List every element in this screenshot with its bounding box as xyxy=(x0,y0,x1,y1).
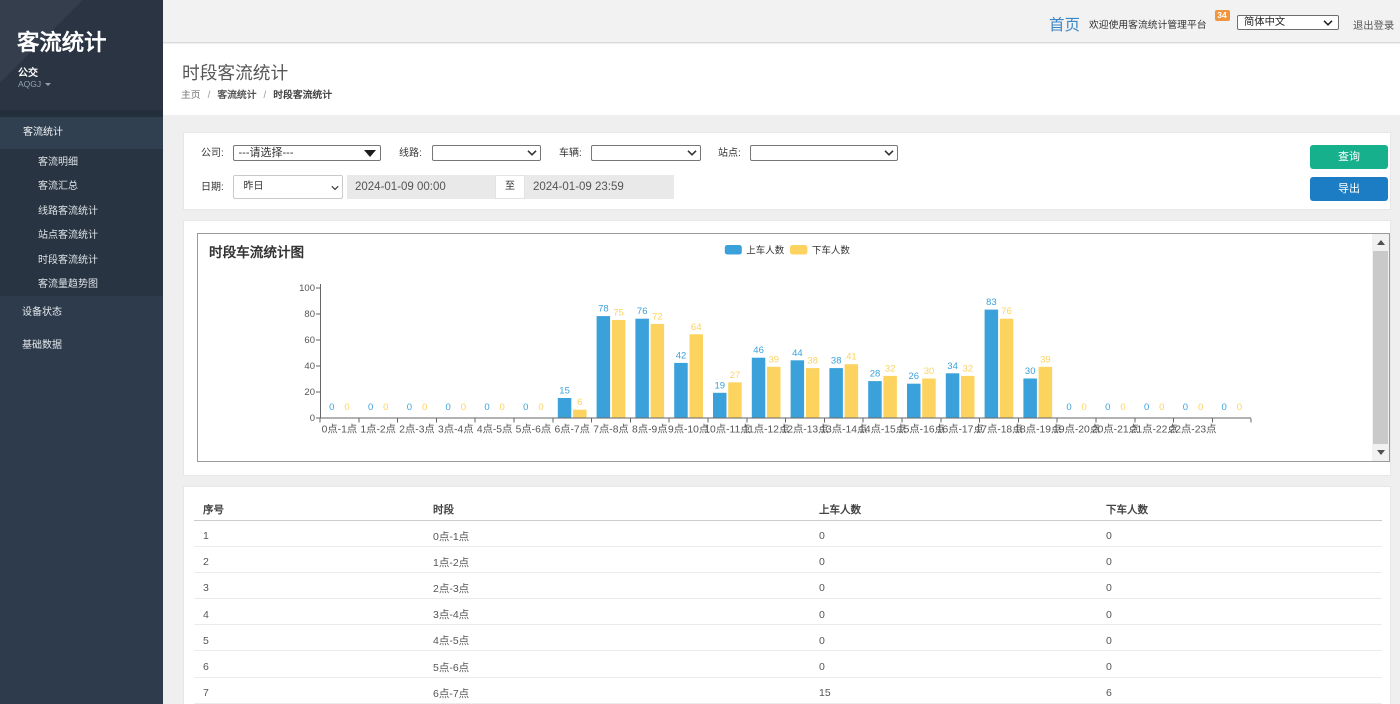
svg-text:32: 32 xyxy=(963,363,974,374)
svg-text:7点-8点: 7点-8点 xyxy=(593,424,628,436)
svg-text:44: 44 xyxy=(792,348,803,359)
svg-text:19: 19 xyxy=(715,380,726,391)
svg-text:83: 83 xyxy=(986,297,997,308)
svg-text:0: 0 xyxy=(1159,402,1164,413)
svg-text:0: 0 xyxy=(407,402,412,413)
svg-text:0: 0 xyxy=(1120,402,1125,413)
svg-text:22点-23点: 22点-23点 xyxy=(1170,424,1217,436)
svg-text:6: 6 xyxy=(577,397,582,408)
svg-text:20: 20 xyxy=(304,387,315,398)
svg-text:39: 39 xyxy=(769,354,780,365)
svg-text:4点-5点: 4点-5点 xyxy=(477,424,512,436)
svg-text:0: 0 xyxy=(1105,402,1110,413)
svg-text:8点-9点: 8点-9点 xyxy=(632,424,667,436)
svg-text:0: 0 xyxy=(1222,402,1227,413)
svg-text:34: 34 xyxy=(947,361,958,372)
svg-text:38: 38 xyxy=(831,356,842,367)
svg-text:6点-7点: 6点-7点 xyxy=(554,424,589,436)
svg-text:0: 0 xyxy=(484,402,489,413)
svg-text:3点-4点: 3点-4点 xyxy=(438,424,473,436)
svg-text:41: 41 xyxy=(846,352,857,363)
svg-text:下车人数: 下车人数 xyxy=(812,245,851,257)
svg-text:0: 0 xyxy=(538,402,543,413)
svg-text:9点-10点: 9点-10点 xyxy=(668,424,709,436)
svg-text:64: 64 xyxy=(691,322,702,333)
svg-text:0: 0 xyxy=(1066,402,1071,413)
svg-text:72: 72 xyxy=(652,311,663,322)
svg-text:80: 80 xyxy=(304,309,315,320)
svg-text:76: 76 xyxy=(637,306,648,317)
svg-text:0: 0 xyxy=(383,402,388,413)
svg-text:0: 0 xyxy=(461,402,466,413)
svg-text:26: 26 xyxy=(909,371,920,382)
svg-text:0: 0 xyxy=(1237,402,1242,413)
svg-text:5点-6点: 5点-6点 xyxy=(516,424,551,436)
svg-text:76: 76 xyxy=(1001,306,1012,317)
svg-text:15: 15 xyxy=(559,386,570,397)
svg-text:75: 75 xyxy=(613,308,624,319)
svg-text:46: 46 xyxy=(753,345,764,356)
svg-text:0: 0 xyxy=(422,402,427,413)
svg-text:30: 30 xyxy=(924,366,935,377)
svg-text:60: 60 xyxy=(304,335,315,346)
svg-text:0: 0 xyxy=(310,413,315,424)
svg-text:32: 32 xyxy=(885,363,896,374)
svg-text:0: 0 xyxy=(523,402,528,413)
svg-text:0: 0 xyxy=(329,402,334,413)
svg-text:38: 38 xyxy=(807,356,818,367)
svg-text:40: 40 xyxy=(304,361,315,372)
svg-text:28: 28 xyxy=(870,369,881,380)
svg-text:0: 0 xyxy=(446,402,451,413)
svg-text:0: 0 xyxy=(1144,402,1149,413)
svg-text:39: 39 xyxy=(1040,354,1051,365)
svg-text:0: 0 xyxy=(344,402,349,413)
svg-text:42: 42 xyxy=(676,350,687,361)
svg-text:78: 78 xyxy=(598,304,609,315)
svg-text:0: 0 xyxy=(500,402,505,413)
svg-text:27: 27 xyxy=(730,370,741,381)
svg-text:1点-2点: 1点-2点 xyxy=(360,424,395,436)
svg-text:0: 0 xyxy=(368,402,373,413)
svg-text:0点-1点: 0点-1点 xyxy=(322,424,357,436)
svg-text:30: 30 xyxy=(1025,366,1036,377)
svg-text:2点-3点: 2点-3点 xyxy=(399,424,434,436)
svg-text:0: 0 xyxy=(1183,402,1188,413)
svg-text:上车人数: 上车人数 xyxy=(746,245,785,257)
svg-text:0: 0 xyxy=(1082,402,1087,413)
svg-text:100: 100 xyxy=(299,283,315,294)
svg-text:0: 0 xyxy=(1198,402,1203,413)
